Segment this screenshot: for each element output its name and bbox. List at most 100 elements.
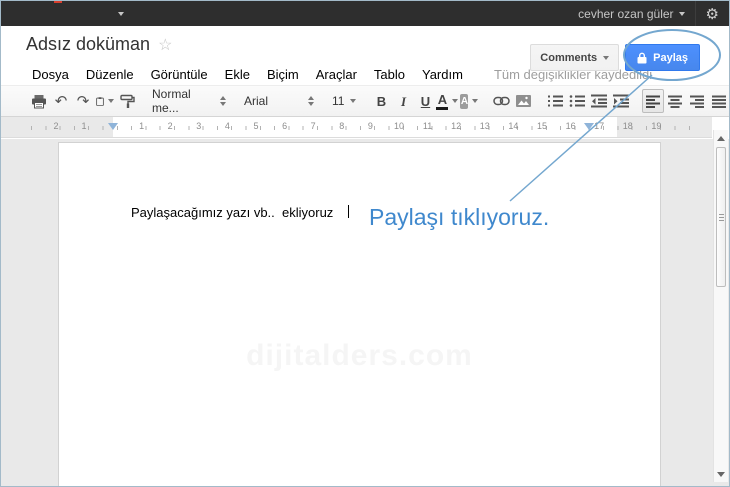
numbered-list-button[interactable] [544, 89, 566, 113]
comments-button[interactable]: Comments [530, 44, 620, 71]
top-nav-item[interactable] [107, 1, 131, 26]
align-center-button[interactable] [664, 89, 686, 113]
highlight-color-icon: A [460, 93, 469, 109]
ruler-number: 13 [479, 121, 490, 131]
share-button[interactable]: Paylaş [625, 44, 700, 71]
undo-icon: ↶ [54, 92, 68, 110]
document-page[interactable]: Paylaşacağımız yazı vb.. ekliyoruz dijit… [58, 142, 661, 486]
paint-format-button[interactable] [116, 89, 138, 113]
align-left-button[interactable] [642, 89, 665, 113]
menu-item[interactable]: Dosya [28, 65, 73, 84]
ruler-number: 19 [651, 121, 662, 131]
insert-image-button[interactable] [512, 89, 534, 113]
font-family-select[interactable]: Arial [240, 89, 318, 113]
topbar-right: cevher ozan güler ⚙ [568, 1, 729, 26]
paragraph-style-select[interactable]: Normal me... [148, 87, 230, 115]
top-nav-item[interactable] [23, 1, 37, 26]
chevron-down-icon [603, 55, 610, 60]
paragraph-style-value: Normal me... [152, 87, 191, 115]
top-nav-item[interactable] [79, 1, 93, 26]
font-family-value: Arial [244, 94, 269, 108]
menu-item[interactable]: Araçlar [312, 65, 361, 84]
insert-link-button[interactable] [490, 89, 512, 113]
menu-item[interactable]: Biçim [263, 65, 303, 84]
scrollbar-thumb[interactable] [716, 147, 726, 287]
top-nav-item[interactable] [37, 1, 51, 26]
bulleted-list-button[interactable] [566, 89, 588, 113]
document-title[interactable]: Adsız doküman [26, 34, 150, 55]
menu-item[interactable]: Tablo [370, 65, 409, 84]
document-body-text[interactable]: Paylaşacağımız yazı vb.. ekliyoruz [131, 205, 333, 220]
comments-button-label: Comments [540, 51, 598, 64]
watermark: dijitalders.com [246, 339, 473, 372]
print-button[interactable] [28, 89, 50, 113]
ruler-number: 11 [422, 121, 433, 131]
ruler: 21 1 2 3 4 5 6 7 8 9 10 11 12 13 14 15 16 17 18 19 [1, 117, 712, 138]
chevron-down-icon [472, 99, 479, 103]
printer-icon [32, 94, 46, 108]
left-indent-marker[interactable] [108, 123, 118, 130]
menu-item[interactable]: Ekle [221, 65, 254, 84]
top-nav-item[interactable] [9, 1, 23, 26]
ruler-number: 6 [282, 121, 288, 131]
ruler-number: 14 [508, 121, 519, 131]
settings-button[interactable]: ⚙ [696, 1, 729, 26]
ruler-number: 5 [253, 121, 259, 131]
italic-button[interactable]: I [392, 89, 414, 113]
numbered-list-icon [548, 95, 564, 107]
menu-item[interactable]: Yardım [418, 65, 467, 84]
scroll-down-arrow-icon[interactable] [717, 472, 725, 477]
star-icon[interactable]: ☆ [158, 35, 172, 55]
share-button-label: Paylaş [653, 51, 688, 64]
align-right-icon [690, 95, 705, 108]
increase-indent-button[interactable] [610, 89, 632, 113]
italic-icon: I [400, 93, 406, 109]
redo-button[interactable]: ↷ [72, 89, 94, 113]
ruler-number: 3 [196, 121, 202, 131]
ruler-number: 9 [367, 121, 373, 131]
updown-spinner-icon [308, 96, 314, 106]
redo-icon: ↷ [76, 92, 90, 110]
outdent-icon [591, 94, 608, 108]
account-menu[interactable]: cevher ozan güler [568, 1, 694, 26]
indent-icon [613, 94, 630, 108]
ruler-number: 4 [224, 121, 230, 131]
font-size-select[interactable]: 11 [328, 89, 360, 113]
web-clipboard-button[interactable] [94, 89, 116, 113]
ruler-number: 16 [565, 121, 576, 131]
right-indent-marker[interactable] [584, 123, 594, 130]
ruler-number: 10 [393, 121, 404, 131]
ruler-number: 15 [536, 121, 547, 131]
google-docs-window: cevher ozan güler ⚙ Adsız doküman ☆ Dosy… [0, 0, 730, 487]
top-nav-item[interactable] [93, 1, 107, 26]
menu-items: Dosya Düzenle Görüntüle Ekle Biçim Araçlar Tab… [28, 65, 476, 84]
decrease-indent-button[interactable] [588, 89, 610, 113]
gear-icon: ⚙ [705, 5, 719, 23]
highlight-color-button[interactable]: A [458, 89, 480, 113]
ruler-number: 8 [339, 121, 345, 131]
document-canvas: Paylaşacağımız yazı vb.. ekliyoruz dijit… [1, 139, 729, 486]
chevron-down-icon [350, 99, 357, 103]
document-header: Adsız doküman ☆ Dosya Düzenle Görüntüle Ekl… [1, 26, 729, 85]
vertical-scrollbar[interactable] [713, 130, 728, 482]
header-actions: Comments Paylaş [530, 44, 700, 71]
paint-roller-icon [119, 94, 135, 108]
lock-icon [637, 52, 647, 64]
underline-button[interactable]: U [414, 89, 436, 113]
undo-button[interactable]: ↶ [50, 89, 72, 113]
bold-icon: B [376, 93, 387, 109]
align-center-icon [668, 95, 683, 108]
user-name: cevher ozan güler [578, 6, 674, 21]
bold-button[interactable]: B [370, 89, 392, 113]
ruler-number: 12 [451, 121, 462, 131]
top-nav-item[interactable] [65, 1, 79, 26]
menu-item[interactable]: Görüntüle [147, 65, 212, 84]
scroll-up-arrow-icon[interactable] [717, 136, 725, 141]
justify-button[interactable] [708, 89, 729, 113]
top-nav-item[interactable] [51, 1, 65, 26]
text-color-button[interactable]: A [436, 89, 459, 113]
align-right-button[interactable] [686, 89, 708, 113]
justify-icon [712, 95, 727, 108]
menu-item[interactable]: Düzenle [82, 65, 138, 84]
scrollbar-grip-icon [719, 214, 724, 221]
